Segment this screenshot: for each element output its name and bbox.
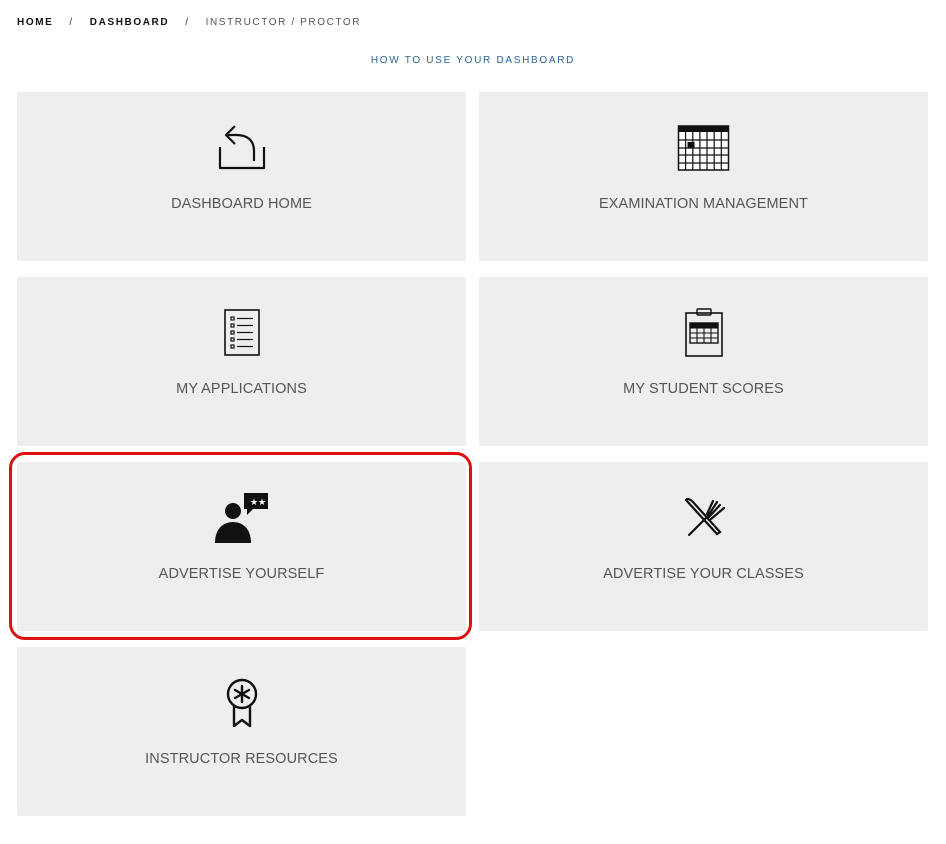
breadcrumb-home-link[interactable]: HOME [17,17,53,28]
tile-advertise-your-classes[interactable]: ADVERTISE YOUR CLASSES [479,462,928,631]
breadcrumb-current: INSTRUCTOR / PROCTOR [205,17,362,28]
tile-instructor-resources[interactable]: INSTRUCTOR RESOURCES [17,647,466,816]
calendar-icon [479,120,928,176]
tile-label: EXAMINATION MANAGEMENT [599,196,808,212]
tile-label: MY APPLICATIONS [176,381,307,397]
tile-advertise-yourself[interactable]: ★ ★ ADVERTISE YOURSELF [17,462,466,631]
tile-my-student-scores[interactable]: MY STUDENT SCORES [479,277,928,446]
svg-text:★: ★ [250,498,258,508]
tile-label: ADVERTISE YOURSELF [158,566,325,582]
tile-label: INSTRUCTOR RESOURCES [145,751,338,767]
breadcrumb-separator: / [69,17,74,28]
breadcrumb-separator: / [185,17,190,28]
tile-label: DASHBOARD HOME [171,196,312,212]
breadcrumb: HOME / DASHBOARD / INSTRUCTOR / PROCTOR [17,17,361,28]
tile-label: MY STUDENT SCORES [623,381,784,397]
tile-examination-management[interactable]: EXAMINATION MANAGEMENT [479,92,928,261]
clipboard-grid-icon [479,305,928,361]
tile-label: ADVERTISE YOUR CLASSES [603,566,804,582]
svg-text:★: ★ [258,498,266,508]
breadcrumb-dashboard-link[interactable]: DASHBOARD [90,17,169,28]
how-to-use-dashboard-link[interactable]: HOW TO USE YOUR DASHBOARD [0,55,946,66]
tile-my-applications[interactable]: MY APPLICATIONS [17,277,466,446]
crossed-tools-icon [479,490,928,546]
checklist-icon [17,305,466,361]
tile-dashboard-home[interactable]: DASHBOARD HOME [17,92,466,261]
person-review-icon: ★ ★ [17,490,466,546]
return-tray-icon [17,120,466,176]
award-ribbon-icon [17,675,466,731]
